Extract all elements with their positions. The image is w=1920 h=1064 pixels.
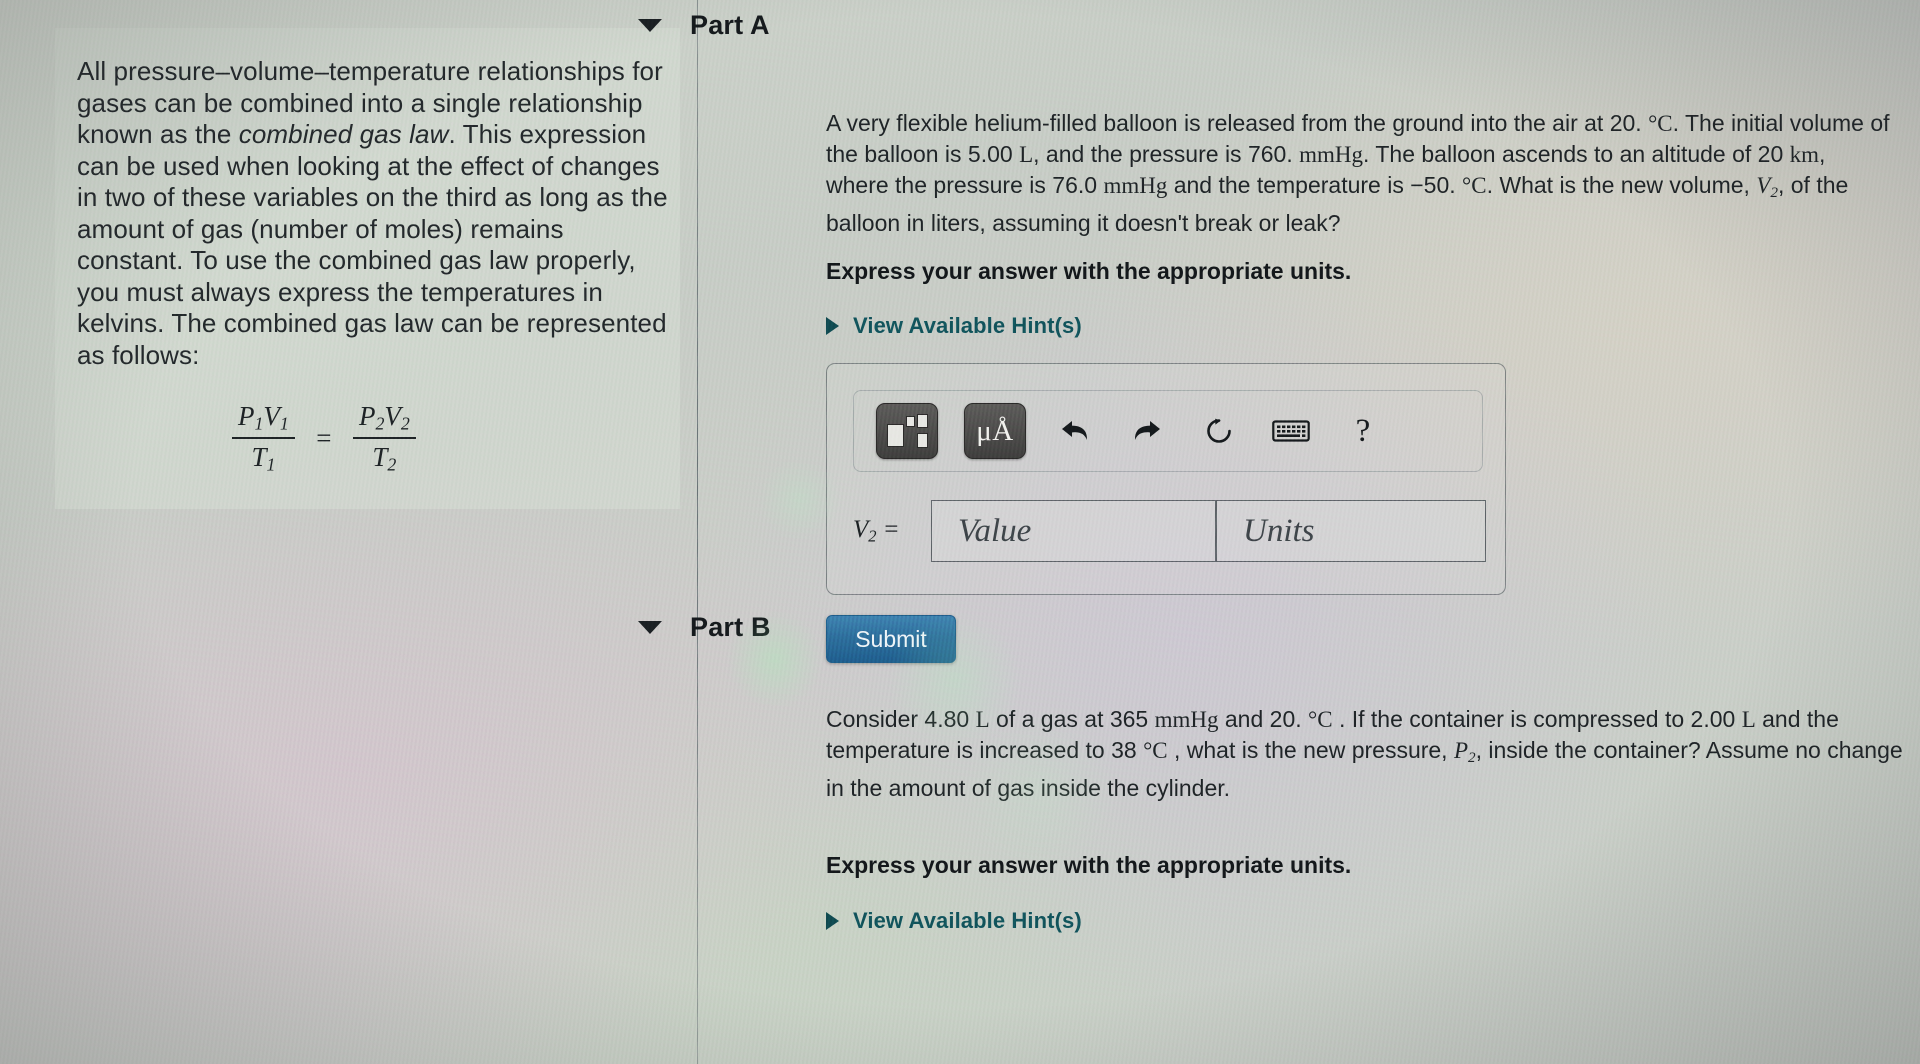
variable-v2-inline: V <box>1756 173 1771 198</box>
unit-mmhg-b: mmHg <box>1154 707 1219 732</box>
intro-emphasis-combined-gas-law: combined gas law <box>238 119 449 149</box>
answer-toolbar: μÅ ? <box>853 390 1483 472</box>
page-root: All pressure–volume–temperature relation… <box>0 0 1920 1064</box>
caret-down-icon[interactable] <box>638 19 662 32</box>
unit-degc-b1: °C <box>1308 707 1333 732</box>
part-a-question-text: A very flexible helium-filled balloon is… <box>826 110 1890 236</box>
answer-variable-label: V2 = <box>853 515 900 546</box>
unit-degc-2: °C <box>1462 173 1487 198</box>
part-a-header[interactable]: Part A <box>638 10 770 41</box>
formula-left-numerator: P1V1 <box>238 401 289 434</box>
variable-p2-inline: P <box>1453 738 1469 763</box>
formula-left-denominator: T1 <box>232 436 295 476</box>
formula-right-fraction: P2V2 T2 <box>352 401 416 476</box>
part-a-hint-label: View Available Hint(s) <box>853 313 1082 338</box>
undo-button[interactable] <box>1052 408 1098 454</box>
part-b-hint-label: View Available Hint(s) <box>853 908 1082 933</box>
caret-down-icon[interactable] <box>638 621 662 634</box>
caret-right-icon[interactable] <box>826 317 839 335</box>
intro-text-part-2: . This expression can be used when looki… <box>77 119 668 370</box>
answer-units-input[interactable]: Units <box>1216 500 1486 562</box>
part-a-express-instruction: Express your answer with the appropriate… <box>826 258 1352 284</box>
part-b-title: Part B <box>690 612 771 642</box>
caret-right-icon[interactable] <box>826 912 839 930</box>
formula-left-fraction: P1V1 T1 <box>232 401 295 475</box>
keyboard-button[interactable] <box>1268 408 1314 454</box>
part-a-title: Part A <box>690 10 770 40</box>
part-b-question-text: Consider 4.80 L of a gas at 365 mmHg and… <box>826 706 1903 801</box>
question-pane: Part A A very flexible helium-filled bal… <box>638 0 1920 1064</box>
redo-button[interactable] <box>1124 408 1170 454</box>
units-button[interactable]: μÅ <box>964 403 1026 459</box>
part-a-view-hints-link[interactable]: View Available Hint(s) <box>826 313 1082 339</box>
question-mark-icon: ? <box>1355 412 1371 449</box>
part-a-submit-button[interactable]: Submit <box>826 615 956 663</box>
reset-button[interactable] <box>1196 408 1242 454</box>
math-template-icon <box>887 414 928 448</box>
answer-value-input[interactable]: Value <box>931 500 1216 562</box>
unit-km: km <box>1789 142 1820 167</box>
unit-mmhg-2: mmHg <box>1103 173 1168 198</box>
unit-liter-b2: L <box>1741 707 1756 732</box>
formula-right-numerator: P2V2 <box>358 401 410 434</box>
formula-right-denominator: T2 <box>352 436 416 476</box>
unit-degc-b2: °C <box>1143 738 1168 763</box>
combined-gas-law-formula: P1V1 T1 = P2V2 T2 <box>77 401 670 475</box>
help-button[interactable]: ? <box>1340 408 1386 454</box>
part-b-header[interactable]: Part B <box>638 612 771 643</box>
part-b-express-instruction: Express your answer with the appropriate… <box>826 852 1352 878</box>
formula-equals-sign: = <box>316 422 332 453</box>
part-b-view-hints-link[interactable]: View Available Hint(s) <box>826 908 1082 934</box>
math-template-button[interactable] <box>876 403 938 459</box>
answer-input-row: V2 = Value Units <box>853 500 1486 562</box>
unit-liter-b1: L <box>975 707 990 732</box>
unit-mmhg: mmHg <box>1299 142 1363 167</box>
unit-degc: °C <box>1648 111 1673 136</box>
micro-angstrom-icon: μÅ <box>976 414 1014 447</box>
unit-liter: L <box>1019 142 1034 167</box>
part-a-answer-box: μÅ ? V2 = Value Units <box>826 363 1506 595</box>
intro-card: All pressure–volume–temperature relation… <box>55 28 680 510</box>
intro-paragraph: All pressure–volume–temperature relation… <box>77 56 670 371</box>
problem-intro-sidebar: All pressure–volume–temperature relation… <box>0 0 698 1064</box>
